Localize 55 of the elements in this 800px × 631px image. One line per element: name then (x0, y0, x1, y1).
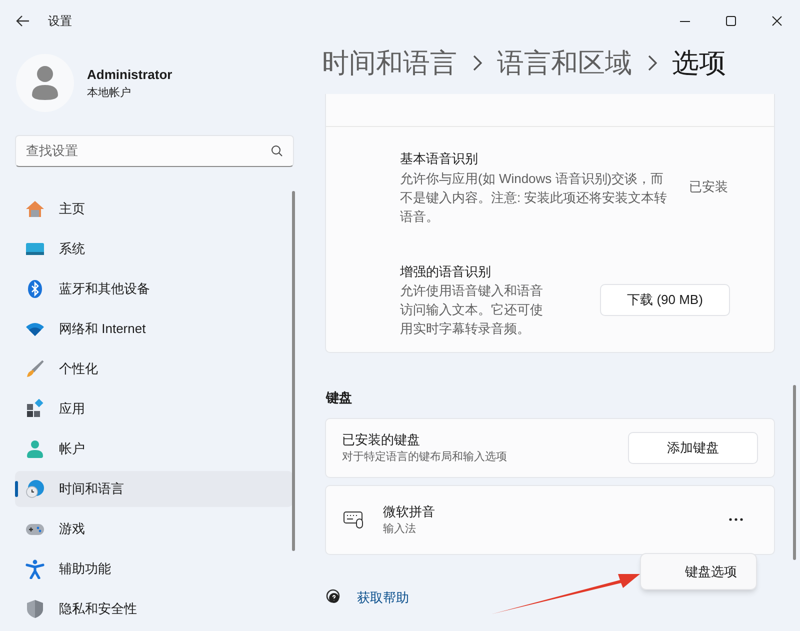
setting-title: 已安装的键盘 (342, 430, 421, 448)
nav-item[interactable]: 游戏 (15, 511, 293, 547)
maximize-icon (726, 16, 736, 26)
nav-item[interactable]: 隐私和安全性 (15, 591, 293, 627)
breadcrumb-item[interactable]: 语言和区域 (497, 42, 632, 84)
scrollbar[interactable] (292, 191, 295, 551)
keyboard-type: 输入法 (383, 522, 417, 537)
keyboard-icon (343, 510, 365, 530)
setting-title: 增强的语音识别 (400, 262, 492, 280)
window-title: 设置 (48, 13, 72, 30)
setting-title: 基本语音识别 (400, 150, 479, 168)
person-silhouette-icon (30, 65, 60, 101)
download-button[interactable]: 下载 (90 MB) (600, 284, 730, 316)
nav-item[interactable]: 主页 (15, 191, 293, 227)
search-icon (271, 145, 283, 157)
close-icon (772, 16, 782, 26)
nav-item[interactable]: 蓝牙和其他设备 (15, 271, 293, 307)
selection-indicator (15, 481, 18, 497)
menu-item[interactable]: 键盘选项 (685, 562, 756, 582)
nav-item[interactable]: 帐户 (15, 431, 293, 467)
nav-item[interactable]: 时间和语言 (15, 471, 293, 507)
more-icon (729, 518, 743, 521)
minimize-icon (680, 20, 690, 22)
nav-item[interactable]: 应用 (15, 391, 293, 427)
nav-item[interactable]: 个性化 (15, 351, 293, 387)
brush-icon (25, 359, 45, 379)
chevron-right-icon (471, 54, 483, 72)
person-icon (25, 439, 45, 459)
bluetooth-icon (25, 279, 45, 299)
nav-item[interactable]: 网络和 Internet (15, 311, 293, 347)
account-type: 本地帐户 (87, 86, 132, 101)
setting-description: 允许你与应用(如 Windows 语音识别)交谈，而不是键入内容。注意: 安装此项还将安装文本转语音。 (400, 170, 668, 226)
globe-clock-icon (25, 479, 45, 499)
setting-description: 对于特定语言的键布局和输入选项 (342, 450, 507, 465)
search-input[interactable]: 查找设置 (26, 141, 271, 161)
accessibility-icon (25, 559, 45, 579)
search-field[interactable]: 查找设置 (15, 135, 294, 167)
shield-icon (25, 599, 45, 619)
home-icon (25, 199, 45, 219)
section-heading: 键盘 (326, 389, 353, 407)
chevron-right-icon (646, 54, 658, 72)
breadcrumb-item[interactable]: 时间和语言 (322, 42, 457, 84)
back-arrow-icon (16, 15, 30, 27)
setting-description: 允许使用语音键入和语音访问输入文本。它还可使用实时字幕转录音频。 (400, 282, 544, 338)
user-name: Administrator (87, 66, 172, 84)
add-keyboard-button[interactable]: 添加键盘 (628, 432, 758, 464)
nav-item[interactable]: 辅助功能 (15, 551, 293, 587)
apps-icon (25, 399, 45, 419)
installed-status: 已安装 (689, 179, 728, 194)
keyboard-name: 微软拼音 (383, 502, 435, 520)
nav-item[interactable]: 系统 (15, 231, 293, 267)
breadcrumb-item: 选项 (672, 46, 726, 80)
scrollbar[interactable] (793, 385, 796, 560)
help-link[interactable]: 获取帮助 (357, 588, 409, 607)
help-icon (325, 589, 341, 606)
